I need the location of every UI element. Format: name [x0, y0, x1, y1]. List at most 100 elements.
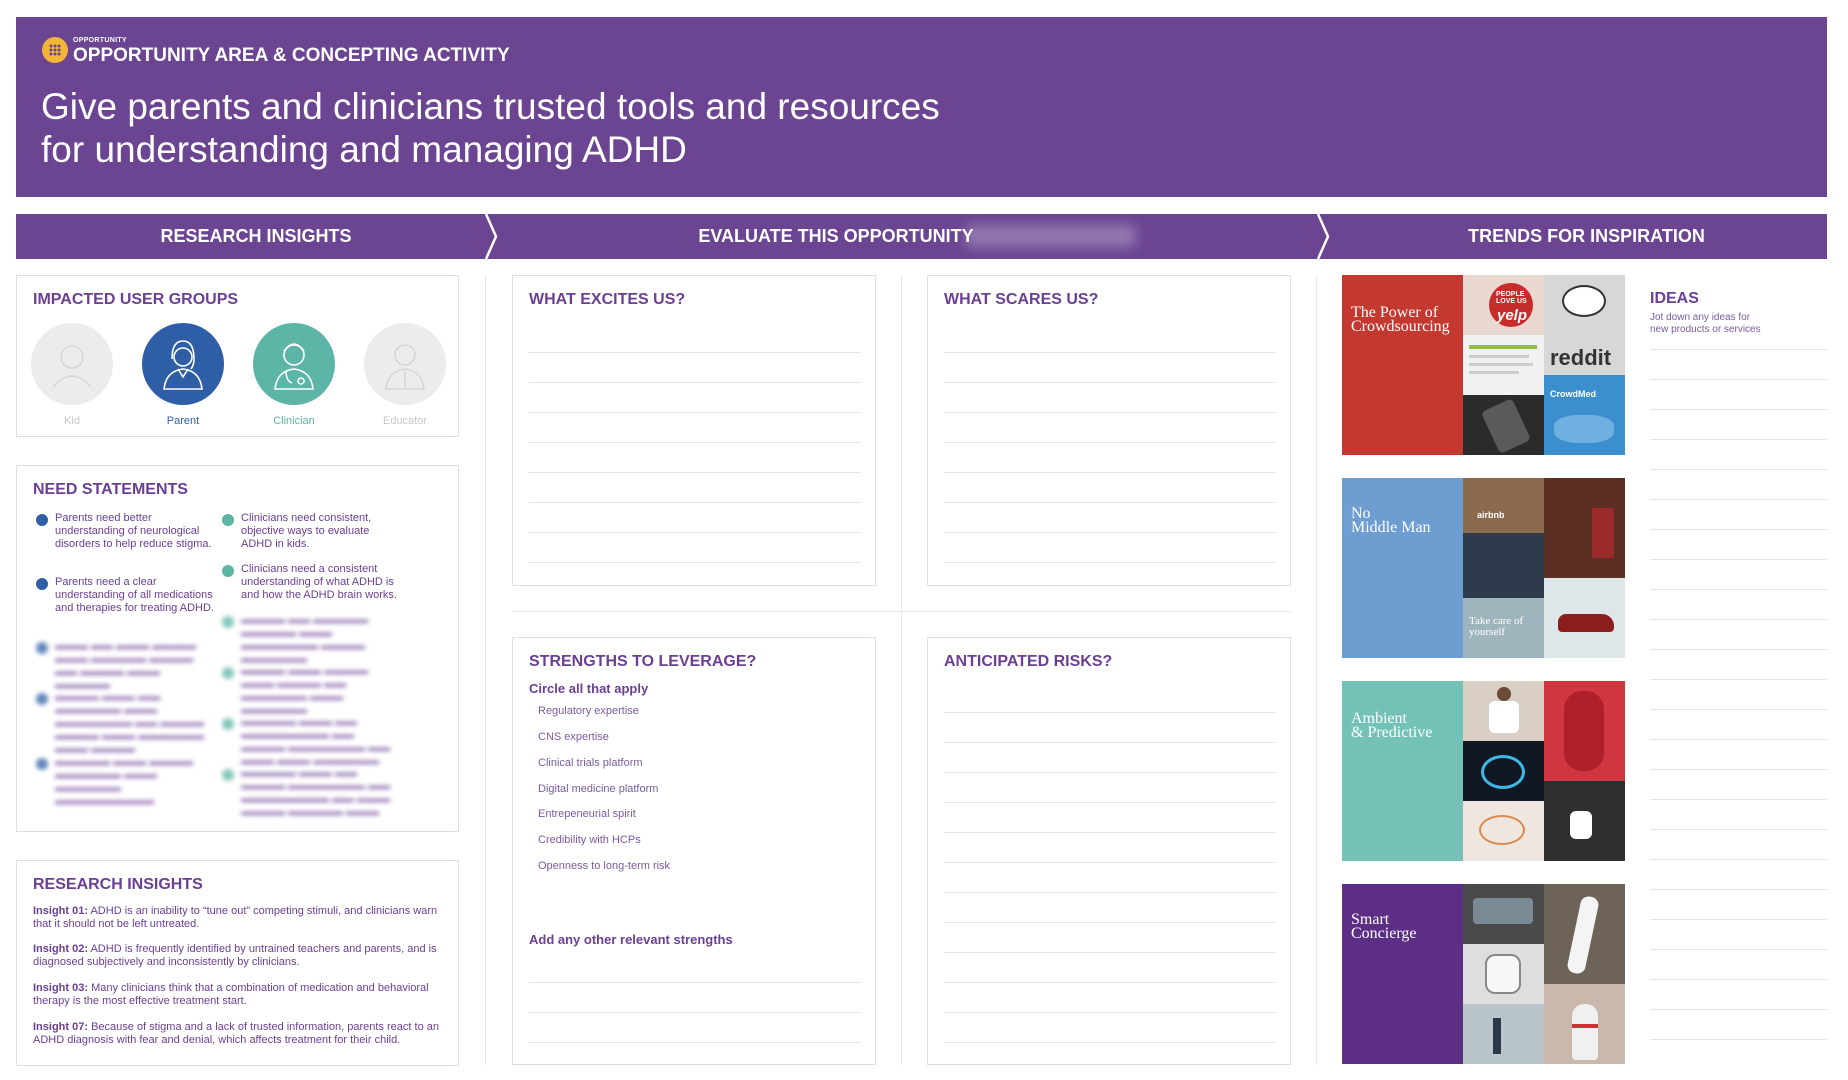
avatar-label-clinician: Clinician	[273, 415, 315, 427]
smart-speaker-photo	[1463, 741, 1544, 801]
scares-panel[interactable]: WHAT SCARES US?	[927, 275, 1291, 586]
car-interior-photo	[1463, 884, 1544, 944]
ideas-panel[interactable]: IDEAS Jot down any ideas for new product…	[1650, 275, 1827, 1065]
strength-option[interactable]: Digital medicine platform	[538, 783, 658, 795]
trend-label: No Middle Man	[1342, 478, 1463, 658]
trend-label: Ambient & Predictive	[1342, 681, 1463, 861]
strengths-panel: STRENGTHS TO LEVERAGE? Circle all that a…	[512, 637, 876, 1065]
trend-card-ambient-predictive: Ambient & Predictive	[1342, 681, 1625, 861]
strength-option[interactable]: Clinical trials platform	[538, 757, 643, 769]
insight-item: Insight 02: ADHD is frequently identifie…	[33, 943, 437, 968]
review-photo: PEOPLE LOVE US yelp	[1463, 275, 1544, 335]
redacted-need-statement: ▬▬▬▬▬ ▬▬▬ ▬▬ ▬▬▬▬ ▬▬▬▬▬▬▬ ▬▬ ▬▬▬▬▬▬▬▬ ▬▬…	[222, 767, 401, 819]
sensor-device-photo	[1544, 781, 1625, 861]
excites-panel[interactable]: WHAT EXCITES US?	[512, 275, 876, 586]
clinician-icon	[253, 323, 335, 405]
headline-line-2: for understanding and managing ADHD	[41, 129, 687, 170]
section-trends-title: TRENDS FOR INSPIRATION	[1468, 226, 1705, 246]
educator-icon	[364, 323, 446, 405]
thermostat-photo	[1463, 801, 1544, 861]
redacted-need-statement: ▬▬▬▬▬ ▬▬▬ ▬▬▬▬ ▬▬▬▬▬▬ ▬▬▬ ▬▬▬▬▬▬ ▬▬▬▬▬▬▬…	[36, 756, 215, 808]
need-statement: Parents need a clear understanding of al…	[36, 576, 215, 615]
strength-option[interactable]: CNS expertise	[538, 731, 609, 743]
car-photo	[1544, 578, 1625, 658]
kid-icon	[31, 323, 113, 405]
trend-label: Smart Concierge	[1342, 884, 1463, 1064]
insight-item: Insight 07: Because of stigma and a lack…	[33, 1021, 439, 1046]
strength-option[interactable]: Entrepeneurial spirit	[538, 808, 636, 820]
avatar-label-kid: Kid	[64, 415, 80, 427]
insight-item: Insight 01: ADHD is an inability to “tun…	[33, 905, 438, 930]
section-band: RESEARCH INSIGHTS EVALUATE THIS OPPORTUN…	[16, 214, 1827, 259]
lobby-photo	[1463, 1004, 1544, 1064]
risks-title: ANTICIPATED RISKS?	[944, 653, 1113, 670]
trend-label: The Power of Crowdsourcing	[1342, 275, 1463, 455]
headline-line-1: Give parents and clinicians trusted tool…	[41, 86, 940, 127]
trend-card-smart-concierge: Smart Concierge	[1342, 884, 1625, 1064]
wearable-band-photo	[1544, 681, 1625, 781]
reddit-photo: reddit	[1544, 275, 1625, 375]
trend-card-no-middle-man: No Middle Man airbnb Take care of yourse…	[1342, 478, 1625, 658]
strength-option[interactable]: Regulatory expertise	[538, 705, 639, 717]
opportunity-badge-icon	[42, 37, 68, 63]
phone-photo	[1463, 395, 1544, 455]
header-banner: OPPORTUNITY OPPORTUNITY AREA & CONCEPTIN…	[16, 17, 1827, 197]
arm-cast-photo	[1544, 884, 1625, 984]
strength-option[interactable]: Openness to long-term risk	[538, 860, 670, 872]
column-divider	[901, 275, 902, 1065]
storefront-photo	[1544, 478, 1625, 578]
need-statement: Parents need better understanding of neu…	[36, 512, 215, 551]
denim-photo	[1463, 533, 1544, 598]
circle-instruction: Circle all that apply	[529, 681, 649, 696]
ideas-subtitle: Jot down any ideas for new products or s…	[1650, 312, 1761, 335]
section-research-title: RESEARCH INSIGHTS	[160, 226, 352, 246]
ideas-title: IDEAS	[1650, 290, 1699, 307]
need-statements-panel: NEED STATEMENTS Parents need better unde…	[16, 465, 459, 832]
user-groups-title: IMPACTED USER GROUPS	[33, 291, 239, 308]
research-insights-panel: RESEARCH INSIGHTS Insight 01: ADHD is an…	[16, 860, 459, 1066]
research-insights-title: RESEARCH INSIGHTS	[33, 876, 203, 893]
excites-title: WHAT EXCITES US?	[529, 291, 686, 308]
redacted-need-statement: ▬▬▬▬▬ ▬▬▬ ▬▬ ▬▬▬▬▬▬▬▬ ▬▬ ▬▬▬▬ ▬▬▬▬▬▬▬ ▬▬…	[222, 716, 401, 768]
redacted-tag	[966, 225, 1136, 247]
activity-title: OPPORTUNITY AREA & CONCEPTING ACTIVITY	[73, 45, 510, 66]
need-statement: Clinicians need a consistent understandi…	[222, 563, 401, 602]
redacted-need-statement: ▬▬▬▬ ▬▬▬ ▬▬ ▬▬▬▬▬▬ ▬▬▬ ▬▬▬▬▬▬▬ ▬▬ ▬▬▬▬ ▬…	[36, 691, 215, 756]
butler-robot-photo	[1544, 984, 1625, 1064]
redacted-need-statement: ▬▬▬ ▬▬ ▬▬▬ ▬▬▬▬ ▬▬▬ ▬▬▬▬▬ ▬▬▬▬ ▬▬ ▬▬▬▬ ▬…	[36, 640, 215, 692]
screen-photo	[1463, 335, 1544, 395]
need-statement: Clinicians need consistent, objective wa…	[222, 512, 401, 551]
add-strengths-prompt: Add any other relevant strengths	[529, 932, 733, 947]
tablet-user-photo	[1463, 681, 1544, 741]
column-divider	[1316, 275, 1317, 1065]
section-evaluate-title: EVALUATE THIS OPPORTUNITY	[698, 226, 974, 246]
airbnb-photo: airbnb	[1463, 478, 1544, 533]
redacted-need-statement: ▬▬▬▬ ▬▬ ▬▬▬▬▬ ▬▬▬▬▬ ▬▬▬ ▬▬▬▬▬▬▬ ▬▬▬▬ ▬▬▬…	[222, 614, 401, 666]
insight-item: Insight 03: Many clinicians think that a…	[33, 982, 429, 1007]
page-headline: Give parents and clinicians trusted tool…	[41, 85, 1021, 171]
redacted-need-statement: ▬▬▬▬ ▬▬▬ ▬▬▬▬ ▬▬▬ ▬▬▬▬ ▬▬ ▬▬▬▬▬▬ ▬▬▬ ▬▬▬…	[222, 665, 401, 717]
crowdmed-photo: CrowdMed	[1544, 375, 1625, 455]
strengths-title: STRENGTHS TO LEVERAGE?	[529, 653, 757, 670]
robot-photo	[1463, 944, 1544, 1004]
parent-bullet-icon	[36, 514, 48, 526]
parent-icon	[142, 323, 224, 405]
selfcare-photo: Take care of yourself	[1463, 598, 1544, 658]
clinician-bullet-icon	[222, 514, 234, 526]
column-divider	[485, 275, 486, 1065]
row-divider	[512, 611, 1291, 612]
chevron-divider-icon	[484, 214, 498, 259]
trend-card-crowdsourcing: The Power of Crowdsourcing PEOPLE LOVE U…	[1342, 275, 1625, 455]
parent-bullet-icon	[36, 578, 48, 590]
reddit-alien-icon	[1562, 285, 1606, 317]
avatar-label-parent: Parent	[166, 415, 200, 427]
avatar-label-educator: Educator	[382, 415, 428, 427]
user-groups-panel: IMPACTED USER GROUPS Kid Parent Clinicia…	[16, 275, 459, 437]
header-kicker: OPPORTUNITY	[73, 37, 127, 44]
strength-option[interactable]: Credibility with HCPs	[538, 834, 641, 846]
need-statements-title: NEED STATEMENTS	[33, 481, 188, 498]
chevron-divider-icon	[1316, 214, 1330, 259]
risks-panel[interactable]: ANTICIPATED RISKS?	[927, 637, 1291, 1065]
scares-title: WHAT SCARES US?	[944, 291, 1099, 308]
clinician-bullet-icon	[222, 565, 234, 577]
